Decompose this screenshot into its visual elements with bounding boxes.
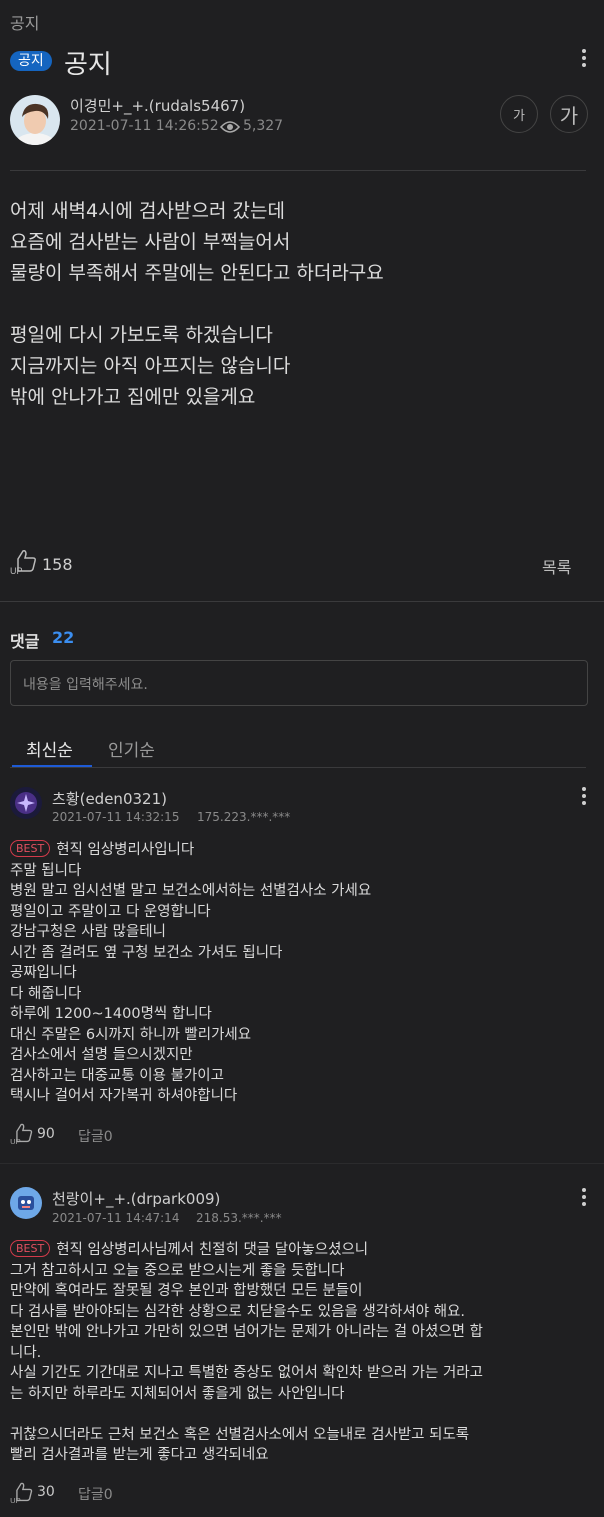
post-date: 2021-07-11 14:26:52 <box>70 118 219 134</box>
comment-line: 빨리 검사결과를 받는게 좋다고 생각되네요 <box>10 1447 269 1463</box>
comment-line: 만약에 혹여라도 잘못될 경우 본인과 합방했던 모든 분들이 <box>10 1283 363 1299</box>
comment-like-button[interactable]: UP <box>10 1481 34 1507</box>
comment-line: 본인만 밖에 안나가고 가만히 있으면 넘어가는 문제가 아니라는 걸 아셨으면… <box>10 1324 483 1340</box>
post-body-line: 밖에 안나가고 집에만 있을게요 <box>10 386 256 408</box>
comment-author[interactable]: 천랑이+_+.(drpark009) <box>52 1188 220 1209</box>
comment-line: 검사하고는 대중교통 이용 불가이고 <box>10 1067 224 1084</box>
board-name: 공지 <box>10 14 40 33</box>
tabs-divider <box>10 767 586 768</box>
comment-avatar[interactable] <box>10 1187 42 1219</box>
comment-body: BEST 현직 임상병리사님께서 친절히 댓글 달아놓으셨으니 그거 참고하시고 … <box>10 1240 600 1466</box>
comment-line: 주말 됩니다 <box>10 862 82 879</box>
avatar-image <box>10 1187 42 1219</box>
thumbs-up-icon: UP <box>10 550 36 576</box>
comment-input[interactable]: 내용을 입력해주세요. <box>10 660 588 706</box>
post-kebab-menu-icon[interactable] <box>582 49 588 70</box>
comment-line: 현직 임상병리사입니다 <box>56 842 195 858</box>
comment-like-count: 30 <box>37 1484 55 1500</box>
post-title: 공지 <box>64 50 112 80</box>
comment-kebab-menu-icon[interactable] <box>582 1188 588 1209</box>
comment-line: 귀찮으시더라도 근처 보건소 혹은 선별검사소에서 오늘내로 검사받고 되도록 <box>10 1426 470 1443</box>
comment-author[interactable]: 츠황(eden0321) <box>52 788 167 809</box>
comment-input-placeholder: 내용을 입력해주세요. <box>23 677 148 693</box>
comment-line: 하루에 1200~1400명씩 합니다 <box>10 1006 212 1022</box>
comment-line: 니다. <box>10 1344 42 1361</box>
comment-line <box>10 1404 600 1425</box>
post-body-line: 지금까지는 아직 아프지는 않습니다 <box>10 355 291 377</box>
comment-date: 2021-07-11 14:47:14 <box>52 1211 180 1225</box>
comment-line: 대신 주말은 6시까지 하니까 빨리가세요 <box>10 1026 252 1043</box>
reply-button[interactable]: 답글0 <box>78 1126 113 1146</box>
author-avatar[interactable] <box>10 95 60 145</box>
best-badge: BEST <box>10 840 51 857</box>
best-badge: BEST <box>10 1240 51 1257</box>
comment-line: 검사소에서 설명 들으시겠지만 <box>10 1047 193 1063</box>
thumbs-up-icon: UP <box>10 1482 33 1505</box>
comment-line: 그거 참고하시고 오늘 중으로 받으시는게 좋을 듯합니다 <box>10 1262 345 1279</box>
comment-like-button[interactable]: UP <box>10 1122 34 1148</box>
comment-avatar[interactable] <box>10 787 42 819</box>
comment-line: 다 해줍니다 <box>10 985 82 1002</box>
comment-ip: 218.53.***.*** <box>196 1211 282 1225</box>
view-count: 5,327 <box>243 118 284 134</box>
comment-line: 현직 임상병리사님께서 친절히 댓글 달아놓으셨으니 <box>56 1242 369 1258</box>
author-name[interactable]: 이경민+_+.(rudals5467) <box>70 95 245 116</box>
post-body-line: 물량이 부족해서 주말에는 안된다고 하더라구요 <box>10 262 384 284</box>
comment-line: 병원 말고 임시선별 말고 보건소에서하는 선별검사소 가세요 <box>10 883 372 899</box>
list-button[interactable]: 목록 <box>542 554 571 578</box>
comment-line: 시간 좀 걸려도 옆 구청 보건소 가셔도 됩니다 <box>10 944 283 961</box>
comment-line: 사실 기간도 기간대로 지나고 특별한 증상도 없어서 확인차 받으러 가는 거… <box>10 1365 483 1381</box>
comment-line: 는 하지만 하루라도 지체되어서 좋을게 없는 사안입니다 <box>10 1385 345 1402</box>
reply-button[interactable]: 답글0 <box>78 1484 113 1504</box>
post-like-button[interactable]: UP <box>10 548 38 578</box>
post-body-line <box>10 289 384 320</box>
comment-line: 다 검사를 받아야되는 심각한 상황으로 치닫을수도 있음을 생각하셔야 해요. <box>10 1303 466 1320</box>
comment-kebab-menu-icon[interactable] <box>582 787 588 808</box>
comment-line: 택시나 걸어서 자가복귀 하셔야합니다 <box>10 1088 238 1104</box>
comments-count: 22 <box>52 628 75 647</box>
comment-like-count: 90 <box>37 1126 55 1142</box>
tab-popular[interactable]: 인기순 <box>108 736 155 761</box>
font-size-increase-button[interactable]: 가 <box>550 95 588 133</box>
font-size-decrease-button[interactable]: 가 <box>500 95 538 133</box>
svg-text:UP: UP <box>10 1496 21 1503</box>
comment-body: BEST 현직 임상병리사입니다 주말 됩니다 병원 말고 임시선별 말고 보건소… <box>10 840 371 1107</box>
comment-divider <box>0 1163 604 1164</box>
comment-line: 공짜입니다 <box>10 965 77 981</box>
eye-icon <box>219 119 241 138</box>
svg-text:UP: UP <box>10 1137 21 1144</box>
avatar-image <box>10 95 60 145</box>
post-tag: 공지 <box>10 50 52 71</box>
thumbs-up-icon: UP <box>10 1123 33 1146</box>
comment-ip: 175.223.***.*** <box>197 810 291 824</box>
comment-line: 강남구청은 사람 많을테니 <box>10 924 166 940</box>
post-body-line: 평일에 다시 가보도록 하겠습니다 <box>10 324 273 346</box>
comments-label: 댓글 <box>10 632 40 651</box>
tab-latest[interactable]: 최신순 <box>26 736 73 761</box>
post-body-line: 요즘에 검사받는 사람이 부쩍늘어서 <box>10 231 291 253</box>
avatar-image <box>10 787 42 819</box>
header-divider <box>10 170 586 171</box>
post-body: 어제 새벽4시에 검사받으러 갔는데 요즘에 검사받는 사람이 부쩍늘어서 물량… <box>10 196 384 413</box>
post-body-line: 어제 새벽4시에 검사받으러 갔는데 <box>10 200 285 222</box>
comment-date: 2021-07-11 14:32:15 <box>52 810 180 824</box>
svg-text:UP: UP <box>10 566 23 574</box>
post-like-count: 158 <box>42 555 73 574</box>
comment-line: 평일이고 주말이고 다 운영합니다 <box>10 903 211 920</box>
section-divider <box>0 601 604 602</box>
